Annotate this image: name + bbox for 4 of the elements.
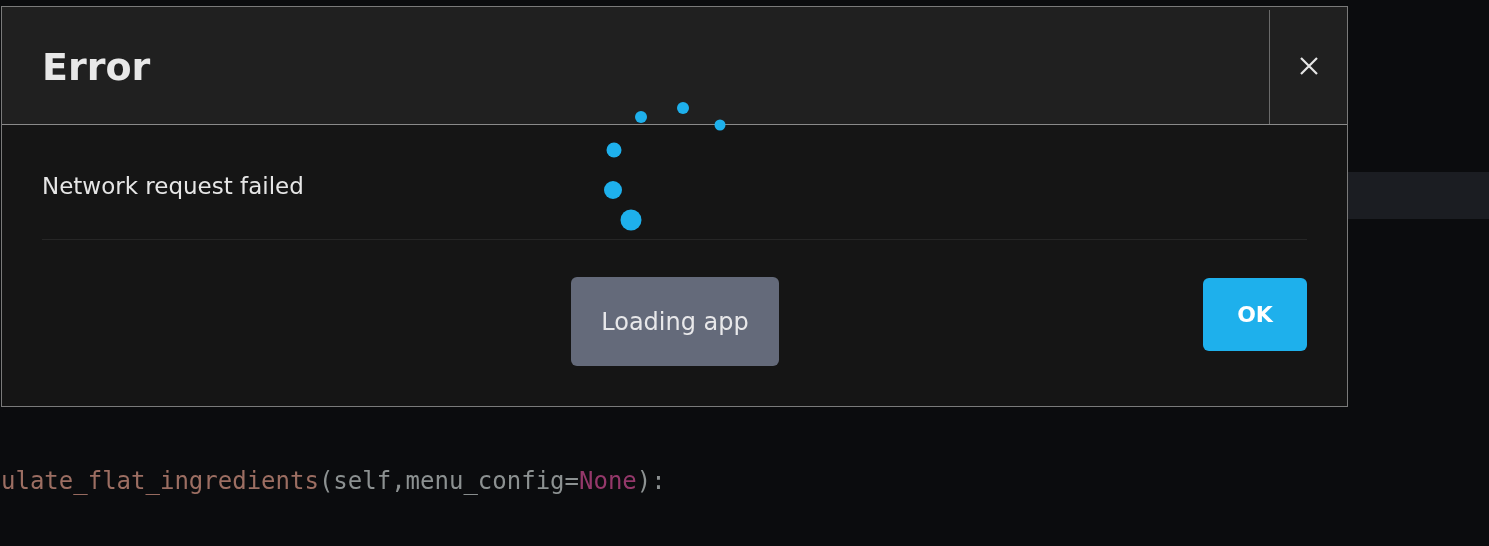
code-line: ulate_flat_ingredients(self,menu_config=None):: [1, 467, 666, 495]
loading-toast: Loading app: [571, 277, 779, 366]
ok-button[interactable]: OK: [1203, 278, 1307, 351]
close-icon: [1298, 55, 1319, 76]
